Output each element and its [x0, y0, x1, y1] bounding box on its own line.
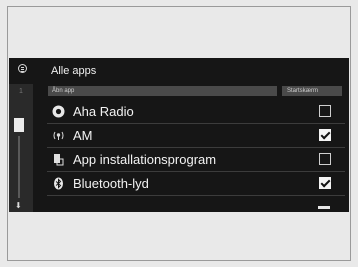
bluetooth-icon: [52, 177, 65, 190]
partial-next-checkbox[interactable]: [318, 206, 330, 209]
home-screen-checkbox[interactable]: [319, 105, 331, 117]
list-item-label: Aha Radio: [73, 104, 134, 119]
am-radio-icon: [52, 129, 65, 142]
list-item-bluetooth-audio[interactable]: Bluetooth-lyd: [43, 172, 345, 196]
scroll-down-icon[interactable]: ⬇: [15, 202, 22, 210]
scrollbar[interactable]: 1 ⬇: [9, 84, 33, 212]
list-item-am[interactable]: AM: [43, 124, 345, 148]
home-screen-checkbox[interactable]: [319, 153, 331, 165]
column-header-home-screen: Startskærm: [282, 86, 342, 96]
scroll-page-number: 1: [19, 88, 23, 95]
home-screen-checkbox[interactable]: [319, 129, 331, 141]
list-item-label: AM: [73, 128, 93, 143]
infotainment-screen: Alle apps Åbn app Startskærm 1 ⬇ Aha Rad…: [9, 58, 349, 212]
column-header-open-app: Åbn app: [48, 86, 277, 96]
list-item-app-installer[interactable]: App installationsprogram: [43, 148, 345, 172]
list-item-label: App installationsprogram: [73, 152, 217, 167]
home-screen-checkbox[interactable]: [319, 177, 331, 189]
app-installer-icon: [52, 153, 65, 166]
scroll-track[interactable]: [18, 136, 20, 198]
page-title: Alle apps: [51, 65, 97, 77]
list-item-label: Bluetooth-lyd: [73, 176, 149, 191]
list-item-aha-radio[interactable]: Aha Radio: [43, 100, 345, 124]
scroll-thumb[interactable]: [14, 118, 24, 132]
menu-icon[interactable]: [18, 64, 27, 73]
divider: [47, 195, 345, 196]
header: Alle apps: [9, 58, 349, 80]
aha-radio-icon: [52, 105, 65, 118]
